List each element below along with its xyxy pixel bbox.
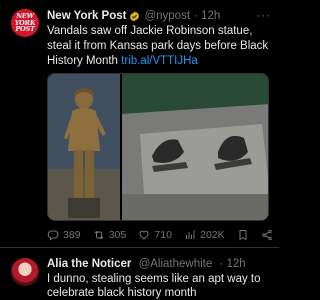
bookmark-button[interactable] — [237, 229, 249, 241]
tweet-actions: 389 305 710 202K — [47, 229, 273, 241]
reply-author-handle[interactable]: @Aliathewhite — [139, 258, 213, 270]
reply-time[interactable]: · 12h — [219, 258, 245, 270]
shoes-illustration — [122, 74, 268, 220]
reply-tweet[interactable]: Alia the Noticer @Aliathewhite · 12h I d… — [0, 248, 279, 300]
tweet-header: New York Post @nypost · 12h — [47, 10, 220, 22]
like-count: 710 — [154, 229, 172, 241]
reply-button[interactable]: 389 — [47, 229, 81, 241]
reply-icon — [47, 230, 59, 241]
statue-photo[interactable] — [48, 74, 120, 220]
statue-illustration — [48, 74, 120, 220]
bookmark-icon — [239, 230, 247, 241]
reply-count: 389 — [63, 229, 81, 241]
reply-header: Alia the Noticer @Aliathewhite · 12h — [47, 258, 246, 270]
tweet-link[interactable]: trib.al/VTTIJHa — [121, 55, 198, 67]
tweet-time[interactable]: · 12h — [194, 10, 220, 22]
reply-author-avatar[interactable] — [11, 258, 39, 286]
reply-author-name[interactable]: Alia the Noticer — [47, 258, 131, 270]
author-handle[interactable]: @nypost — [144, 10, 190, 22]
share-button[interactable] — [261, 229, 273, 241]
share-icon — [262, 229, 272, 241]
heart-icon — [139, 230, 149, 240]
verified-badge-icon — [130, 10, 140, 22]
avatar-logo-line: POST — [15, 25, 35, 34]
more-options-icon[interactable]: ··· — [256, 8, 271, 22]
retweet-icon — [94, 230, 104, 240]
retweet-button[interactable]: 305 — [93, 229, 127, 241]
views-chart-icon — [186, 230, 195, 239]
tweet-text: Vandals saw off Jackie Robinson statue, … — [47, 24, 272, 69]
reply-text: I dunno, stealing seems like an apt way … — [47, 273, 261, 299]
views-count: 202K — [200, 229, 225, 241]
shoes-photo[interactable] — [122, 74, 268, 220]
tweet-media[interactable] — [47, 73, 269, 221]
tweet[interactable]: NEW YORK POST New York Post @nypost · 12… — [0, 0, 279, 243]
views-button[interactable]: 202K — [184, 229, 225, 241]
nypost-avatar[interactable]: NEW YORK POST — [11, 9, 39, 37]
author-name[interactable]: New York Post — [47, 10, 126, 22]
retweet-count: 305 — [108, 229, 127, 241]
like-button[interactable]: 710 — [138, 229, 172, 241]
